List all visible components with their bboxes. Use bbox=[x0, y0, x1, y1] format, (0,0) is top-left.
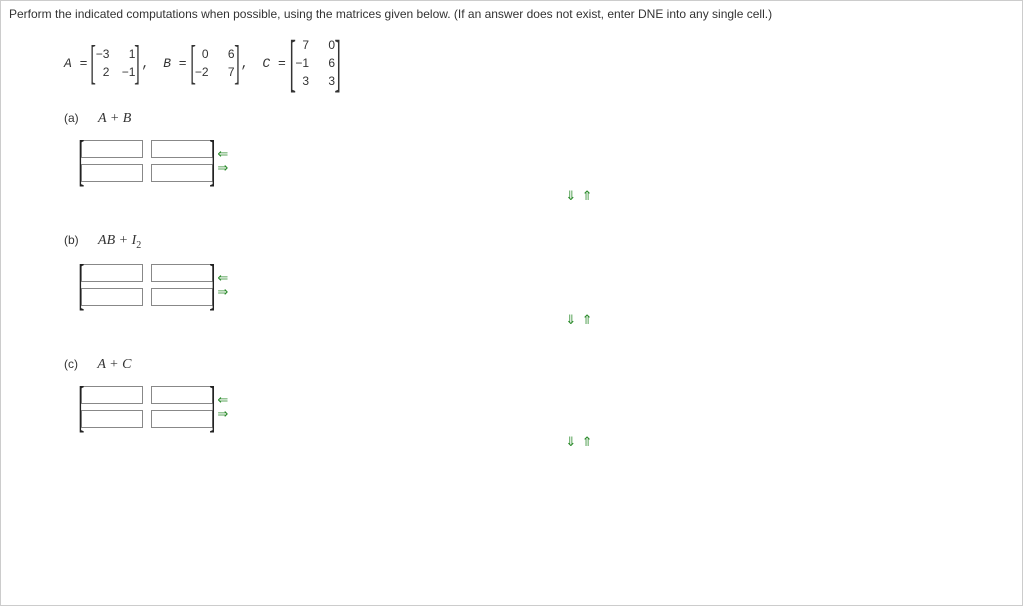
matrix-cell: −1 bbox=[295, 56, 309, 70]
part-b-answer: [ ] ⇐ ⇒ bbox=[82, 259, 1014, 311]
answer-cell-b-1-1[interactable] bbox=[151, 288, 213, 306]
instructions-text: Perform the indicated computations when … bbox=[9, 7, 1014, 21]
matrix-A: [ −3 1 2 −1 ] bbox=[91, 39, 139, 87]
matrix-cell: 0 bbox=[321, 38, 335, 52]
question-container: Perform the indicated computations when … bbox=[0, 0, 1023, 606]
separator: , bbox=[141, 56, 149, 71]
answer-cell-a-0-1[interactable] bbox=[151, 140, 213, 158]
col-size-controls: ⇓ ⇑ bbox=[144, 435, 1014, 449]
right-bracket-icon: ] bbox=[209, 135, 215, 187]
right-bracket-icon: ] bbox=[209, 259, 215, 311]
separator: , bbox=[241, 56, 249, 71]
remove-row-icon[interactable]: ⇐ bbox=[217, 394, 228, 406]
answer-cell-a-1-0[interactable] bbox=[81, 164, 143, 182]
add-row-icon[interactable]: ⇒ bbox=[217, 286, 228, 298]
answer-cell-b-1-0[interactable] bbox=[81, 288, 143, 306]
matrix-B: [ 0 6 −2 7 ] bbox=[191, 39, 239, 87]
part-a-answer: [ ] ⇐ ⇒ bbox=[82, 135, 1014, 187]
add-col-icon[interactable]: ⇓ bbox=[565, 312, 576, 327]
remove-row-icon[interactable]: ⇐ bbox=[217, 272, 228, 284]
row-size-controls: ⇐ ⇒ bbox=[217, 394, 228, 420]
add-row-icon[interactable]: ⇒ bbox=[217, 162, 228, 174]
col-size-controls: ⇓ ⇑ bbox=[144, 189, 1014, 203]
answer-cell-c-0-0[interactable] bbox=[81, 386, 143, 404]
matrix-cell: 3 bbox=[295, 74, 309, 88]
matrix-cell: −2 bbox=[195, 65, 209, 79]
matrix-cell: 7 bbox=[295, 38, 309, 52]
matrices-definition: A = [ −3 1 2 −1 ] , B = [ 0 6 −2 7 ] , bbox=[64, 33, 1014, 93]
add-col-icon[interactable]: ⇓ bbox=[565, 434, 576, 449]
matrix-cell: 6 bbox=[321, 56, 335, 70]
part-c: (c) A + C [ ] ⇐ ⇒ ⇓ ⇑ bbox=[64, 357, 1014, 449]
col-size-controls: ⇓ ⇑ bbox=[144, 313, 1014, 327]
right-bracket-icon: ] bbox=[209, 381, 215, 433]
right-bracket-icon: ] bbox=[135, 39, 141, 87]
row-size-controls: ⇐ ⇒ bbox=[217, 148, 228, 174]
matrix-cell: 3 bbox=[321, 74, 335, 88]
answer-cell-a-1-1[interactable] bbox=[151, 164, 213, 182]
answer-cell-b-0-0[interactable] bbox=[81, 264, 143, 282]
add-col-icon[interactable]: ⇓ bbox=[565, 188, 576, 203]
left-bracket-icon: [ bbox=[190, 39, 196, 87]
matrix-B-label: B = bbox=[163, 56, 186, 71]
left-bracket-icon: [ bbox=[289, 33, 295, 93]
part-a: (a) A + B [ ] ⇐ ⇒ ⇓ ⇑ bbox=[64, 111, 1014, 203]
add-row-icon[interactable]: ⇒ bbox=[217, 408, 228, 420]
left-bracket-icon: [ bbox=[91, 39, 97, 87]
answer-cell-c-1-1[interactable] bbox=[151, 410, 213, 428]
right-bracket-icon: ] bbox=[234, 39, 240, 87]
matrix-A-label: A = bbox=[64, 56, 87, 71]
matrix-cell: −3 bbox=[95, 47, 109, 61]
matrix-cell: 6 bbox=[221, 47, 235, 61]
part-b: (b) AB + I2 [ ] ⇐ ⇒ ⇓ ⇑ bbox=[64, 233, 1014, 327]
matrix-cell: 2 bbox=[95, 65, 109, 79]
part-a-label: (a) A + B bbox=[64, 111, 1014, 127]
remove-row-icon[interactable]: ⇐ bbox=[217, 148, 228, 160]
right-bracket-icon: ] bbox=[335, 33, 341, 93]
answer-cell-a-0-0[interactable] bbox=[81, 140, 143, 158]
matrix-C-label: C = bbox=[262, 56, 285, 71]
row-size-controls: ⇐ ⇒ bbox=[217, 272, 228, 298]
part-c-label: (c) A + C bbox=[64, 357, 1014, 373]
left-bracket-icon: [ bbox=[78, 135, 84, 187]
remove-col-icon[interactable]: ⇑ bbox=[582, 188, 593, 203]
remove-col-icon[interactable]: ⇑ bbox=[582, 434, 593, 449]
remove-col-icon[interactable]: ⇑ bbox=[582, 312, 593, 327]
left-bracket-icon: [ bbox=[78, 259, 84, 311]
matrix-cell: 7 bbox=[221, 65, 235, 79]
matrix-cell: 0 bbox=[195, 47, 209, 61]
part-b-label: (b) AB + I2 bbox=[64, 233, 1014, 251]
answer-cell-c-1-0[interactable] bbox=[81, 410, 143, 428]
part-c-answer: [ ] ⇐ ⇒ bbox=[82, 381, 1014, 433]
answer-cell-c-0-1[interactable] bbox=[151, 386, 213, 404]
matrix-C: [ 7 0 −1 6 3 3 ] bbox=[290, 33, 341, 93]
left-bracket-icon: [ bbox=[78, 381, 84, 433]
answer-cell-b-0-1[interactable] bbox=[151, 264, 213, 282]
